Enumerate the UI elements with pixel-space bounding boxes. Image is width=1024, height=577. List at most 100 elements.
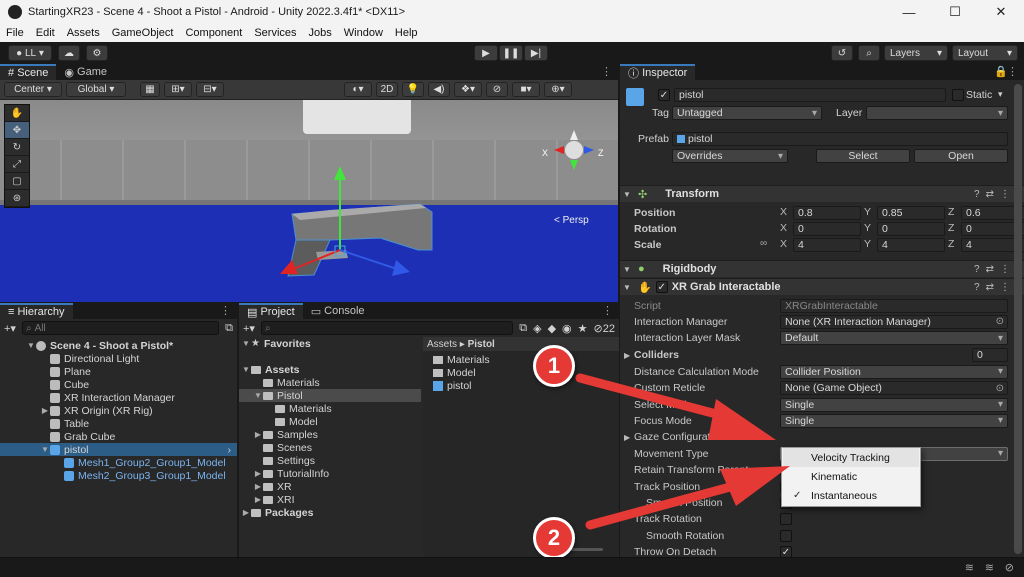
search-by-type-icon[interactable]: ⧉ [519,322,527,335]
hierarchy-item[interactable]: ▼ pistol › [0,443,237,456]
menu-file[interactable]: File [0,27,30,39]
movement-type-option[interactable]: Velocity Tracking [783,448,919,467]
progress-icon[interactable]: ≋ [965,561,974,574]
create-button[interactable]: +▾ [243,322,255,335]
expand-caret-icon[interactable]: ▶ [253,482,263,491]
constrain-proportions-icon[interactable]: ∞ [760,238,767,249]
layer-dropdown[interactable] [866,106,1008,120]
preset-icon[interactable]: ⇄ [986,264,1000,275]
property-value-field[interactable]: Single [780,397,1008,412]
project-folder-item[interactable]: ▼ Assets [239,363,421,376]
tab-project[interactable]: ▤ Project [239,303,303,319]
active-checkbox[interactable]: ✓ [658,89,670,101]
property-checkbox[interactable] [780,513,792,526]
filter-label-icon[interactable]: ◈ [533,322,541,335]
rotate-tool-icon[interactable]: ↻ [5,139,29,156]
property-value-field[interactable]: Collider Position [780,364,1008,379]
collab-button[interactable]: ⚙ [86,45,108,61]
project-folder-item[interactable] [239,350,421,363]
overrides-dropdown[interactable]: Overrides [672,149,788,163]
project-folder-item[interactable]: Materials [239,376,421,389]
expand-caret-icon[interactable]: ▶ [253,495,263,504]
project-folder-item[interactable]: ▶ Samples [239,428,421,441]
add-button[interactable]: +▾ [4,322,16,335]
expand-caret-icon[interactable]: ▼ [241,365,251,374]
movement-type-option[interactable]: Kinematic [783,467,919,486]
help-icon[interactable]: ? [974,264,986,275]
hierarchy-item[interactable]: Grab Cube [0,430,237,443]
tag-dropdown[interactable]: Untagged [672,106,822,120]
help-icon[interactable]: ? [974,189,986,200]
lock-icon[interactable]: 🔒 [994,65,1008,78]
pivot-global-dropdown[interactable]: Global ▾ [66,82,126,97]
menu-edit[interactable]: Edit [30,27,61,39]
hierarchy-item[interactable]: Mesh1_Group2_Group1_Model [0,456,237,469]
close-button[interactable]: ✕ [978,0,1024,24]
hierarchy-item[interactable]: Plane [0,365,237,378]
kebab-menu-icon[interactable]: ⋮ [220,304,231,317]
menu-assets[interactable]: Assets [61,27,106,39]
inspector-scrollbar[interactable] [1014,84,1022,554]
audio-button[interactable]: ◀) [428,82,450,97]
transform-tool-icon[interactable]: ⊛ [5,190,29,207]
expand-caret-icon[interactable]: ▼ [620,190,634,199]
kebab-menu-icon[interactable]: ⋮ [601,65,612,78]
lighting-button[interactable]: 💡 [402,82,424,97]
menu-help[interactable]: Help [389,27,424,39]
favorite-star-icon[interactable]: ★ [578,322,588,335]
kebab-menu-icon[interactable]: ⋮ [602,304,613,317]
project-folder-item[interactable]: ▼ ★ Favorites [239,337,421,350]
tab-game[interactable]: ◉ Game [56,64,115,80]
maximize-button[interactable]: ☐ [932,0,978,24]
tag-icon[interactable]: ◆ [548,322,556,335]
hierarchy-item[interactable]: Table [0,417,237,430]
menu-window[interactable]: Window [338,27,389,39]
movement-type-option[interactable]: ✓ Instantaneous [783,486,919,505]
scene-visibility-icon[interactable]: ⧉ [225,322,233,335]
property-value-field[interactable]: XRGrabInteractable [780,298,1008,313]
expand-caret-icon[interactable]: ▶ [253,469,263,478]
transform-header[interactable]: ▼ ✣ Transform ?⇄⋮ [620,185,1024,202]
project-folder-item[interactable]: Scenes [239,441,421,454]
step-button[interactable]: ▶| [524,45,548,61]
property-value-field[interactable]: None (Game Object) [780,381,1008,396]
cache-icon[interactable]: ≋ [985,561,994,574]
colliders-count-field[interactable]: 0 [972,348,1008,363]
breadcrumb-pistol[interactable]: Pistol [468,339,495,350]
hidden-packages-icon[interactable]: ⊘22 [594,322,615,335]
move-tool-icon[interactable]: ✥ [5,122,29,139]
pivot-center-dropdown[interactable]: Center ▾ [4,82,62,97]
object-name-input[interactable]: pistol [674,88,946,102]
project-folder-item[interactable]: ▶ TutorialInfo [239,467,421,480]
hierarchy-item[interactable]: ▼ Scene 4 - Shoot a Pistol* [0,339,237,352]
rect-tool-icon[interactable]: ▢ [5,173,29,190]
project-folder-item[interactable]: ▶ XRI [239,493,421,506]
hierarchy-item[interactable]: Mesh2_Group3_Group1_Model [0,469,237,482]
object-picker-icon[interactable]: ⊙ [996,383,1004,394]
grid-visibility-button[interactable]: ⊟▾ [196,82,224,97]
preset-icon[interactable]: ⇄ [986,282,1000,293]
search-button[interactable]: ⌕ [858,45,880,61]
property-value-field[interactable]: Single [780,413,1008,428]
status-check-icon[interactable]: ⊘ [1005,561,1014,574]
expand-caret-icon[interactable]: ▼ [253,391,263,400]
orientation-gizmo[interactable] [544,124,604,184]
hand-tool-icon[interactable]: ✋ [5,105,29,122]
menu-jobs[interactable]: Jobs [303,27,338,39]
prefab-field[interactable]: pistol [672,132,1008,146]
tab-console[interactable]: ▭ Console [303,303,373,319]
package-icon[interactable]: ◉ [562,322,572,335]
property-checkbox[interactable]: ✓ [780,546,792,557]
expand-caret-icon[interactable]: ▼ [26,341,36,350]
position-x-input[interactable]: 0.8 [793,205,861,220]
project-search-input[interactable]: ⌕ [260,321,514,335]
open-button[interactable]: Open [914,149,1008,163]
scale-x-input[interactable]: 4 [793,237,861,252]
account-dropdown[interactable]: ● LL ▾ [8,45,52,61]
undo-history-button[interactable]: ↺ [831,45,853,61]
project-folder-item[interactable]: Settings [239,454,421,467]
cloud-button[interactable]: ☁ [58,45,80,61]
layers-dropdown[interactable]: Layers ▾ [884,45,948,61]
static-dropdown-chevron-icon[interactable]: ▾ [998,89,1003,100]
minimize-button[interactable]: — [886,0,932,24]
